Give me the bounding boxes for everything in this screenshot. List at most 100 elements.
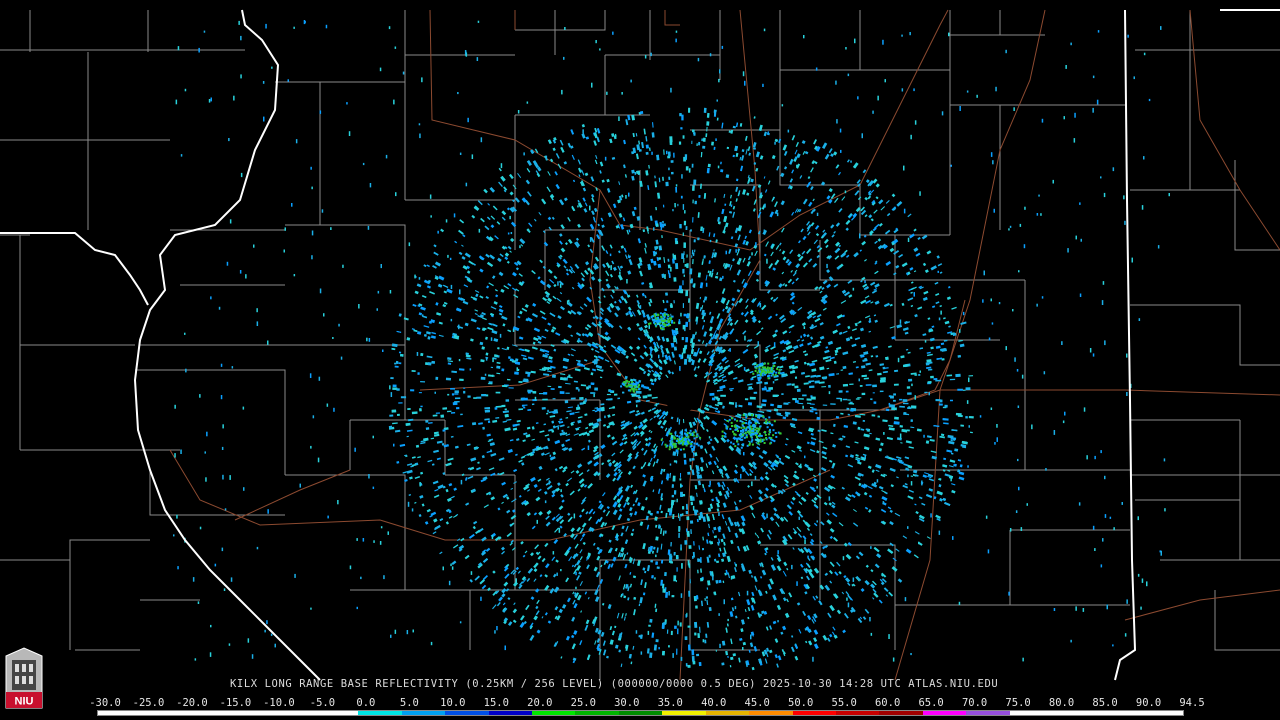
echo-pixel bbox=[750, 451, 755, 456]
echo-pixel bbox=[498, 457, 505, 462]
echo-pixel bbox=[716, 560, 720, 564]
echo-pixel bbox=[581, 508, 585, 513]
echo-pixel bbox=[639, 305, 642, 309]
echo-pixel bbox=[776, 663, 779, 668]
echo-pixel bbox=[629, 572, 632, 575]
echo-pixel bbox=[204, 451, 206, 454]
echo-pixel bbox=[530, 370, 536, 374]
echo-pixel bbox=[544, 434, 550, 437]
echo-pixel bbox=[500, 288, 505, 293]
echo-pixel bbox=[611, 440, 618, 446]
echo-pixel bbox=[727, 516, 732, 524]
echo-pixel bbox=[606, 393, 611, 396]
echo-pixel bbox=[516, 367, 518, 372]
echo-pixel bbox=[310, 607, 312, 610]
echo-pixel bbox=[790, 501, 795, 505]
echo-pixel bbox=[705, 404, 709, 408]
echo-pixel bbox=[696, 518, 699, 523]
echo-pixel bbox=[655, 206, 658, 211]
echo-pixel bbox=[547, 409, 549, 413]
echo-pixel bbox=[265, 23, 267, 29]
echo-pixel bbox=[481, 455, 485, 459]
echo-pixel bbox=[717, 553, 721, 558]
echo-pixel bbox=[716, 99, 718, 102]
echo-pixel bbox=[479, 341, 484, 346]
echo-pixel bbox=[552, 573, 557, 578]
echo-pixel bbox=[481, 584, 487, 590]
echo-pixel bbox=[801, 478, 805, 481]
echo-pixel bbox=[555, 153, 560, 159]
echo-pixel bbox=[768, 262, 774, 269]
echo-pixel bbox=[875, 196, 879, 200]
echo-pixel bbox=[850, 409, 854, 412]
echo-pixel bbox=[519, 245, 521, 249]
echo-pixel bbox=[907, 429, 910, 432]
echo-pixel bbox=[922, 296, 928, 302]
echo-pixel bbox=[354, 447, 356, 452]
echo-pixel bbox=[451, 370, 457, 374]
echo-pixel bbox=[797, 533, 803, 538]
echo-pixel bbox=[558, 465, 564, 470]
echo-pixel bbox=[686, 254, 688, 258]
echo-pixel bbox=[904, 482, 908, 486]
echo-pixel bbox=[515, 267, 519, 271]
echo-pixel bbox=[605, 262, 611, 269]
echo-pixel bbox=[744, 470, 750, 477]
echo-pixel bbox=[983, 270, 985, 276]
echo-pixel bbox=[919, 191, 921, 196]
echo-pixel bbox=[732, 205, 736, 210]
echo-pixel bbox=[462, 300, 469, 305]
echo-pixel bbox=[659, 371, 663, 375]
echo-pixel bbox=[679, 478, 682, 481]
echo-pixel bbox=[682, 494, 686, 497]
echo-pixel bbox=[721, 474, 724, 478]
echo-pixel bbox=[962, 311, 965, 316]
echo-pixel bbox=[834, 571, 839, 576]
echo-pixel bbox=[480, 596, 482, 601]
echo-pixel bbox=[612, 556, 617, 562]
echo-pixel bbox=[609, 639, 614, 645]
echo-pixel bbox=[531, 312, 539, 318]
echo-pixel bbox=[813, 239, 818, 245]
echo-pixel bbox=[815, 595, 819, 599]
echo-pixel bbox=[176, 514, 178, 519]
echo-pixel bbox=[253, 244, 255, 248]
echo-pixel bbox=[421, 77, 423, 83]
echo-pixel bbox=[518, 381, 523, 383]
echo-pixel bbox=[636, 144, 641, 151]
echo-pixel bbox=[492, 357, 494, 363]
echo-pixel bbox=[684, 264, 687, 267]
echo-pixel bbox=[632, 378, 637, 382]
echo-pixel bbox=[786, 504, 792, 510]
echo-pixel bbox=[764, 475, 770, 481]
echo-pixel bbox=[619, 494, 624, 501]
echo-pixel bbox=[626, 279, 628, 284]
echo-pixel bbox=[869, 318, 871, 322]
echo-pixel bbox=[802, 610, 807, 616]
echo-pixel bbox=[577, 159, 581, 165]
echo-pixel bbox=[418, 123, 421, 126]
echo-pixel bbox=[740, 312, 745, 316]
echo-pixel bbox=[646, 565, 651, 572]
echo-pixel bbox=[498, 167, 502, 172]
echo-pixel bbox=[765, 241, 769, 247]
echo-pixel bbox=[476, 467, 481, 471]
echo-pixel bbox=[768, 433, 771, 436]
echo-pixel bbox=[656, 547, 659, 553]
echo-pixel bbox=[825, 346, 829, 349]
echo-pixel bbox=[459, 621, 462, 624]
echo-pixel bbox=[559, 291, 563, 295]
echo-pixel bbox=[479, 295, 484, 299]
echo-pixel bbox=[742, 443, 745, 446]
echo-pixel bbox=[413, 329, 418, 333]
echo-pixel bbox=[311, 186, 313, 190]
echo-pixel bbox=[674, 625, 677, 629]
echo-pixel bbox=[693, 239, 696, 243]
echo-pixel bbox=[675, 263, 679, 270]
echo-pixel bbox=[411, 411, 418, 415]
echo-pixel bbox=[581, 533, 586, 538]
echo-pixel bbox=[482, 426, 485, 430]
echo-pixel bbox=[425, 427, 430, 430]
echo-pixel bbox=[554, 606, 559, 611]
echo-pixel bbox=[756, 446, 761, 450]
